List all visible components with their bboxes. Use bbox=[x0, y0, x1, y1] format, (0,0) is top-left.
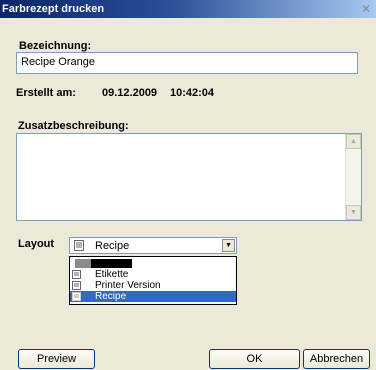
cancel-button[interactable]: Abbrechen bbox=[303, 349, 370, 369]
scroll-up-icon[interactable]: ▲ bbox=[346, 134, 361, 149]
layout-option[interactable]: Etikette bbox=[70, 269, 236, 280]
layout-selected-value: Recipe bbox=[95, 240, 130, 252]
layout-option-selected[interactable]: Recipe bbox=[70, 291, 236, 302]
ok-button[interactable]: OK bbox=[209, 349, 300, 369]
document-icon bbox=[72, 292, 81, 301]
document-icon bbox=[72, 281, 81, 290]
layout-option[interactable] bbox=[70, 258, 236, 269]
layout-option-label: Etikette bbox=[95, 269, 129, 280]
layout-select[interactable]: Recipe ▼ bbox=[69, 237, 237, 254]
created-time: 10:42:04 bbox=[170, 87, 215, 99]
created-label: Erstellt am: bbox=[16, 87, 76, 99]
layout-option-label: Printer Version bbox=[95, 280, 161, 291]
print-recipe-dialog: Farbrezept drucken ✕ Bezeichnung: Recipe… bbox=[0, 0, 376, 370]
color-swatch-gray bbox=[75, 259, 91, 268]
close-icon[interactable]: ✕ bbox=[360, 3, 372, 15]
description-label: Zusatzbeschreibung: bbox=[18, 120, 129, 132]
layout-label: Layout bbox=[18, 238, 55, 250]
layout-option[interactable]: Printer Version bbox=[70, 280, 236, 291]
name-label: Bezeichnung: bbox=[19, 40, 92, 52]
scroll-down-icon[interactable]: ▼ bbox=[346, 205, 361, 220]
title-bar[interactable]: Farbrezept drucken ✕ bbox=[0, 0, 376, 18]
description-field[interactable]: ▲ ▼ bbox=[16, 133, 362, 221]
chevron-down-icon[interactable]: ▼ bbox=[222, 239, 235, 252]
layout-option-label: Recipe bbox=[95, 291, 127, 302]
name-field[interactable]: Recipe Orange bbox=[16, 52, 358, 74]
window-title: Farbrezept drucken bbox=[2, 3, 105, 15]
document-icon bbox=[72, 270, 81, 279]
layout-dropdown-list: Etikette Printer Version Recipe bbox=[69, 256, 237, 305]
document-icon bbox=[74, 240, 84, 251]
created-date: 09.12.2009 bbox=[102, 87, 158, 99]
description-scrollbar[interactable]: ▲ ▼ bbox=[345, 134, 361, 220]
preview-button[interactable]: Preview bbox=[18, 349, 95, 369]
color-swatch-black bbox=[91, 259, 132, 268]
